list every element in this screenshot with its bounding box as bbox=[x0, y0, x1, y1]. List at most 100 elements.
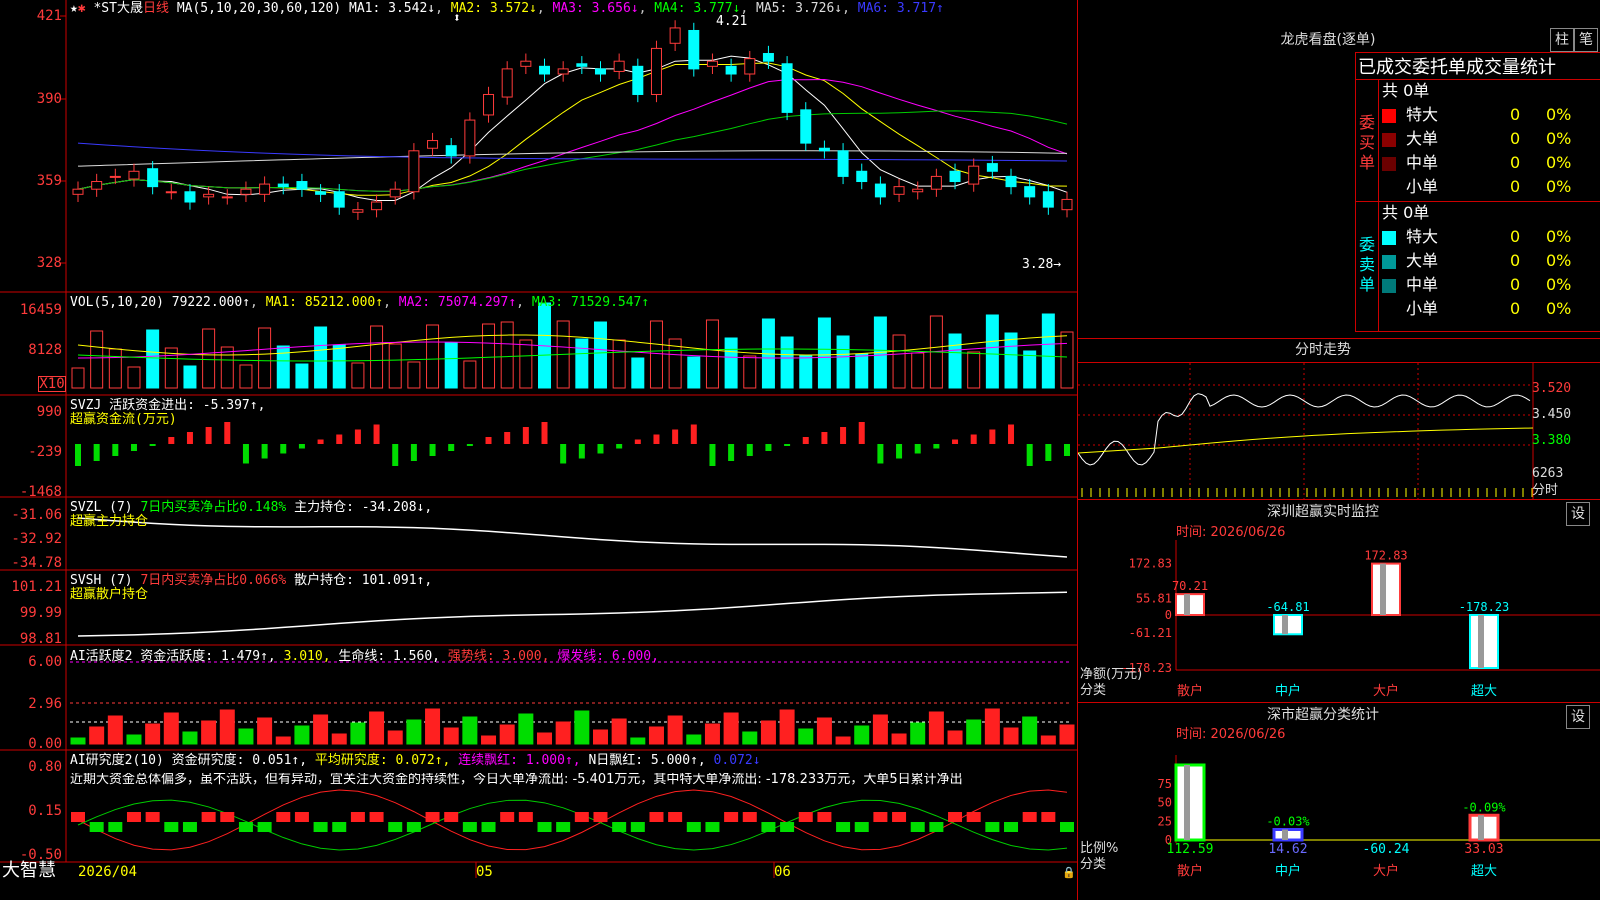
y-tick: 990 bbox=[36, 404, 62, 420]
ai1-bar bbox=[350, 722, 366, 745]
ai2-bar bbox=[593, 812, 608, 822]
period-label[interactable]: 日线 bbox=[143, 1, 169, 16]
candle-body bbox=[1005, 175, 1017, 188]
intraday-y-tick: 3.450 bbox=[1532, 407, 1572, 422]
volume-bar bbox=[1060, 331, 1074, 389]
svzj-bar bbox=[858, 422, 865, 444]
dragon-panel: 龙虎看盘(逐单) 柱 笔 已成交委托单成交量统计 委买单 共 0单 特大 0 0% 大… bbox=[1078, 0, 1600, 338]
intraday-y-tick: 3.520 bbox=[1532, 381, 1572, 396]
volume-bar bbox=[705, 319, 719, 389]
classify-value-label: 33.03 bbox=[1464, 842, 1503, 857]
monitor-value-label: 70.21 bbox=[1172, 579, 1208, 593]
svzl-header: SVZL (7) 7日内买卖净占比0.148% 主力持仓: -34.208↓, bbox=[70, 501, 432, 515]
buy-name: 大单 bbox=[1406, 129, 1439, 148]
ai1-bar bbox=[592, 729, 608, 745]
candle-body bbox=[315, 191, 327, 195]
candle-body bbox=[594, 68, 606, 75]
ai1-bar bbox=[201, 720, 217, 745]
stock-name[interactable]: *ST大晟 bbox=[93, 1, 142, 16]
classify-category: 大户 bbox=[1373, 863, 1399, 879]
sell-swatch bbox=[1382, 303, 1396, 317]
monitor-value-label: -178.23 bbox=[1459, 600, 1510, 614]
svzl-title: SVZL (7) bbox=[70, 500, 141, 515]
svzj-bar bbox=[224, 422, 231, 444]
intraday-chart[interactable] bbox=[1078, 363, 1600, 499]
candle-body bbox=[277, 183, 289, 188]
candle-body bbox=[221, 196, 233, 199]
ai2-bar bbox=[406, 822, 421, 832]
ma1-value: MA1: 3.542↓ bbox=[349, 1, 436, 16]
svzj-bar bbox=[130, 444, 137, 451]
ai2-bar bbox=[388, 822, 403, 832]
volume-bar bbox=[687, 356, 701, 389]
candle-body bbox=[91, 181, 103, 190]
ai2-bar bbox=[817, 812, 832, 822]
y-tick: 0.80 bbox=[28, 759, 62, 775]
sell-total: 共 0单 bbox=[1382, 203, 1430, 222]
candle-body bbox=[445, 145, 457, 157]
sell-swatch bbox=[1382, 231, 1396, 245]
ai2-bar bbox=[425, 812, 440, 822]
lock-icon[interactable]: 🔒 bbox=[1062, 866, 1076, 880]
candle-body bbox=[352, 209, 364, 213]
candle-body bbox=[669, 27, 681, 44]
svzj-bar bbox=[168, 437, 175, 444]
ai1-bar bbox=[872, 714, 888, 745]
svzl-value: 主力持仓: -34.208↓, bbox=[286, 500, 433, 515]
volume-bar bbox=[482, 323, 496, 389]
sell-name: 小单 bbox=[1406, 299, 1439, 318]
star-icon[interactable]: ★ bbox=[70, 1, 78, 16]
buy-swatch bbox=[1382, 157, 1396, 171]
intraday-y-tick: 3.380 bbox=[1532, 433, 1572, 448]
classify-y-tick: 50 bbox=[1158, 796, 1172, 810]
ai2-bar bbox=[369, 812, 384, 822]
candle-body bbox=[613, 60, 625, 72]
ai1-v3: 强势线: 3.000, bbox=[440, 649, 550, 664]
y-tick: 421 bbox=[36, 8, 62, 24]
monitor-ylabel: 净额(万元) bbox=[1080, 667, 1143, 682]
classify-bar-shade bbox=[1282, 829, 1288, 840]
svzj-bar bbox=[728, 444, 735, 461]
buy-name: 小单 bbox=[1406, 177, 1439, 196]
bar-mode-button[interactable]: 柱 bbox=[1550, 28, 1574, 52]
svzj-bar bbox=[634, 439, 641, 444]
classify-value-label: 112.59 bbox=[1167, 842, 1214, 857]
svzj-bar bbox=[93, 444, 100, 461]
ai2-bar bbox=[350, 812, 365, 822]
ai1-bar bbox=[574, 710, 590, 745]
candle-body bbox=[427, 140, 439, 149]
vol-ma3: MA3: 71529.547↑ bbox=[531, 295, 650, 310]
dragon-title: 龙虎看盘(逐单) bbox=[1280, 32, 1376, 48]
vol-scale-badge[interactable]: X10 bbox=[38, 376, 66, 392]
svzj-bar bbox=[261, 444, 268, 459]
sell-pct: 0% bbox=[1546, 275, 1572, 294]
monitor-title: 深圳超赢实时监控 bbox=[1267, 504, 1379, 520]
volume-bar bbox=[1041, 313, 1055, 389]
intraday-title: 分时走势 bbox=[1295, 342, 1351, 358]
sell-name: 大单 bbox=[1406, 251, 1439, 270]
ai2-bar bbox=[910, 822, 925, 832]
svzj-bar bbox=[466, 444, 473, 446]
buy-name: 中单 bbox=[1406, 153, 1439, 172]
volume-bar bbox=[146, 329, 160, 389]
volume-bar bbox=[71, 367, 85, 389]
svzj-bar bbox=[242, 444, 249, 464]
candle-body bbox=[371, 201, 383, 211]
monitor-category: 超大 bbox=[1471, 684, 1497, 699]
ai1-bar bbox=[126, 734, 142, 745]
classify-bar-shade bbox=[1184, 765, 1190, 840]
candle-body bbox=[109, 175, 121, 178]
high-price-label: 4.21 bbox=[716, 14, 748, 29]
ai1-bar bbox=[499, 724, 515, 745]
ai1-bar bbox=[835, 736, 851, 745]
tick-mode-button[interactable]: 笔 bbox=[1574, 28, 1598, 52]
volume-bar bbox=[967, 351, 981, 389]
ma20-line bbox=[77, 78, 1068, 192]
candle-body bbox=[725, 65, 737, 75]
svzj-bar bbox=[989, 429, 996, 444]
ai2-header: AI研究度2(10) 资金研究度: 0.051↑, 平均研究度: 0.072↑,… bbox=[70, 754, 761, 768]
vol-title: VOL(5,10,20) bbox=[70, 295, 164, 310]
ai2-bar bbox=[1041, 812, 1056, 822]
y-tick: -31.06 bbox=[11, 507, 62, 523]
app-logo[interactable]: 大智慧 bbox=[2, 861, 56, 881]
